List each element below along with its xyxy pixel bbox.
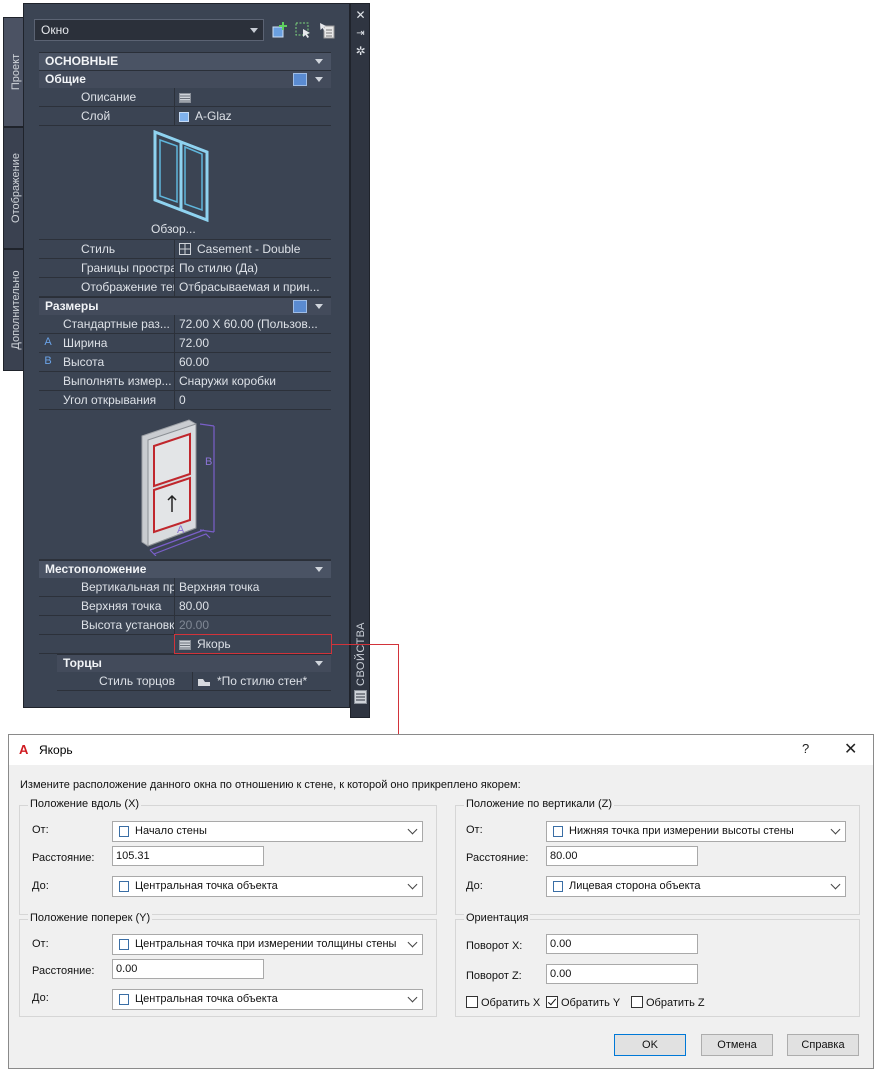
property-row-head-height[interactable]: Верхняя точка 80.00 [39,597,331,616]
quick-select-icon[interactable] [318,21,336,39]
flip-y-checkbox[interactable]: Обратить Y [546,996,620,1009]
window-style-icon [179,243,191,255]
anchor-dialog: A Якорь ? ✕ Измените расположение данног… [8,734,874,1069]
style-preview[interactable]: Обзор... [39,126,331,240]
quick-properties-icon[interactable] [293,300,307,313]
properties-palette: Проект Отображение Дополнительно Окно ОС… [3,3,370,718]
chevron-down-icon [407,992,418,1003]
along-from-select[interactable]: Начало стены [112,821,423,842]
group-orientation: Ориентация Поворот X: 0.00 Поворот Z: 0.… [455,912,860,1017]
collapse-chevron-icon[interactable] [315,77,323,82]
chevron-down-icon [407,824,418,835]
object-type-selector[interactable]: Окно [34,19,264,41]
property-row-sill-height[interactable]: Высота установки... 20.00 [39,616,331,635]
vertical-from-select[interactable]: Нижняя точка при измерении высоты стены [546,821,846,842]
property-row-shadow-display[interactable]: Отображение тени Отбрасываемая и прин... [39,278,331,297]
worksheet-icon[interactable] [179,93,191,103]
wall-bottom-icon [553,826,563,837]
callout-leader-line [398,644,399,734]
property-row-width[interactable]: A Ширина 72.00 [39,334,331,353]
diagram-label-b: B [205,456,213,468]
palette-title: СВОЙСТВА [355,622,367,686]
object-center-icon [119,881,129,892]
layer-color-icon [179,112,189,122]
wall-start-icon [119,826,129,837]
dialog-titlebar: A Якорь ? ✕ [9,735,873,765]
property-row-height[interactable]: B Высота 60.00 [39,353,331,372]
collapse-chevron-icon[interactable] [315,567,323,572]
along-distance-field[interactable]: 105.31 [112,846,264,866]
close-icon[interactable]: ✕ [354,9,367,22]
wall-thickness-center-icon [119,939,129,950]
group-along-x: Положение вдоль (X) От: Начало стены Рас… [19,798,437,915]
category-location[interactable]: Местоположение [39,560,331,578]
category-general[interactable]: Общие [39,70,331,88]
vertical-distance-field[interactable]: 80.00 [546,846,698,866]
object-face-icon [553,881,563,892]
checkbox-unchecked-icon [466,996,478,1008]
flip-x-checkbox[interactable]: Обратить X [466,996,540,1009]
property-row-anchor[interactable]: Якорь [39,634,332,654]
property-row-measure-to[interactable]: Выполнять измер... Снаружи коробки [39,372,331,391]
preview-caption[interactable]: Обзор... [151,222,196,236]
window-style-preview-icon[interactable] [151,130,213,222]
property-row-swing-angle[interactable]: Угол открывания 0 [39,391,331,410]
add-selection-icon[interactable] [271,21,289,39]
help-button[interactable]: Справка [787,1034,859,1056]
collapse-chevron-icon[interactable] [315,59,323,64]
flip-z-checkbox[interactable]: Обратить Z [631,996,705,1009]
collapse-chevron-icon[interactable] [315,661,323,666]
across-to-select[interactable]: Центральная точка объекта [112,989,423,1010]
callout-leader-line [331,644,399,645]
across-from-select[interactable]: Центральная точка при измерении толщины … [112,934,423,955]
property-row-description[interactable]: Описание [39,88,331,107]
across-distance-field[interactable]: 0.00 [112,959,264,979]
checkbox-checked-icon [546,996,558,1008]
ok-button[interactable]: OK [614,1034,686,1056]
collapse-chevron-icon[interactable] [315,304,323,309]
category-end-caps[interactable]: Торцы [57,654,331,672]
chevron-down-icon [250,28,258,33]
checkbox-unchecked-icon [631,996,643,1008]
property-row-bound-spaces[interactable]: Границы простра... По стилю (Да) [39,259,331,278]
property-row-endcap-style[interactable]: Стиль торцов *По стилю стен* [57,672,331,691]
anchor-worksheet-button[interactable]: Якорь [174,634,332,654]
along-to-select[interactable]: Центральная точка объекта [112,876,423,897]
group-across-y: Положение поперек (Y) От: Центральная то… [19,912,437,1017]
category-dimensions[interactable]: Размеры [39,297,331,315]
dialog-title: Якорь [39,743,73,757]
close-icon[interactable]: ✕ [844,739,857,759]
rotation-x-field[interactable]: 0.00 [546,934,698,954]
palette-titlebar: ✕ ⇥ ✲ СВОЙСТВА [350,3,370,718]
dialog-instruction: Измените расположение данного окна по от… [20,779,521,791]
group-vertical-z: Положение по вертикали (Z) От: Нижняя то… [455,798,860,915]
palette-content: Окно ОСНОВНЫЕ Общие Описание Слой A-Glaz… [23,3,350,708]
chevron-down-icon [830,879,841,890]
palette-icon [354,690,367,704]
vertical-to-select[interactable]: Лицевая сторона объекта [546,876,846,897]
property-row-layer[interactable]: Слой A-Glaz [39,107,331,126]
category-main[interactable]: ОСНОВНЫЕ [39,52,331,70]
select-objects-icon[interactable] [294,21,312,39]
autocad-logo-icon: A [19,742,29,757]
object-center-icon [119,994,129,1005]
rotation-z-field[interactable]: 0.00 [546,964,698,984]
property-row-style[interactable]: Стиль Casement - Double [39,240,331,259]
property-row-standard-sizes[interactable]: Стандартные раз... 72.00 X 60.00 (Пользо… [39,315,331,334]
chevron-down-icon [830,824,841,835]
help-icon[interactable]: ? [802,741,809,756]
chevron-down-icon [407,937,418,948]
endcap-style-icon [198,679,210,686]
chevron-down-icon [407,879,418,890]
cancel-button[interactable]: Отмена [701,1034,773,1056]
diagram-label-a: A [177,524,185,536]
property-row-vertical-alignment[interactable]: Вертикальная пр... Верхняя точка [39,578,331,597]
dimension-diagram: B A [39,410,331,560]
worksheet-icon [179,640,191,650]
quick-properties-icon[interactable] [293,73,307,86]
properties-menu-icon[interactable]: ✲ [354,45,367,58]
property-grid: ОСНОВНЫЕ Общие Описание Слой A-Glaz Обзо… [39,52,332,691]
autohide-icon[interactable]: ⇥ [354,27,367,40]
